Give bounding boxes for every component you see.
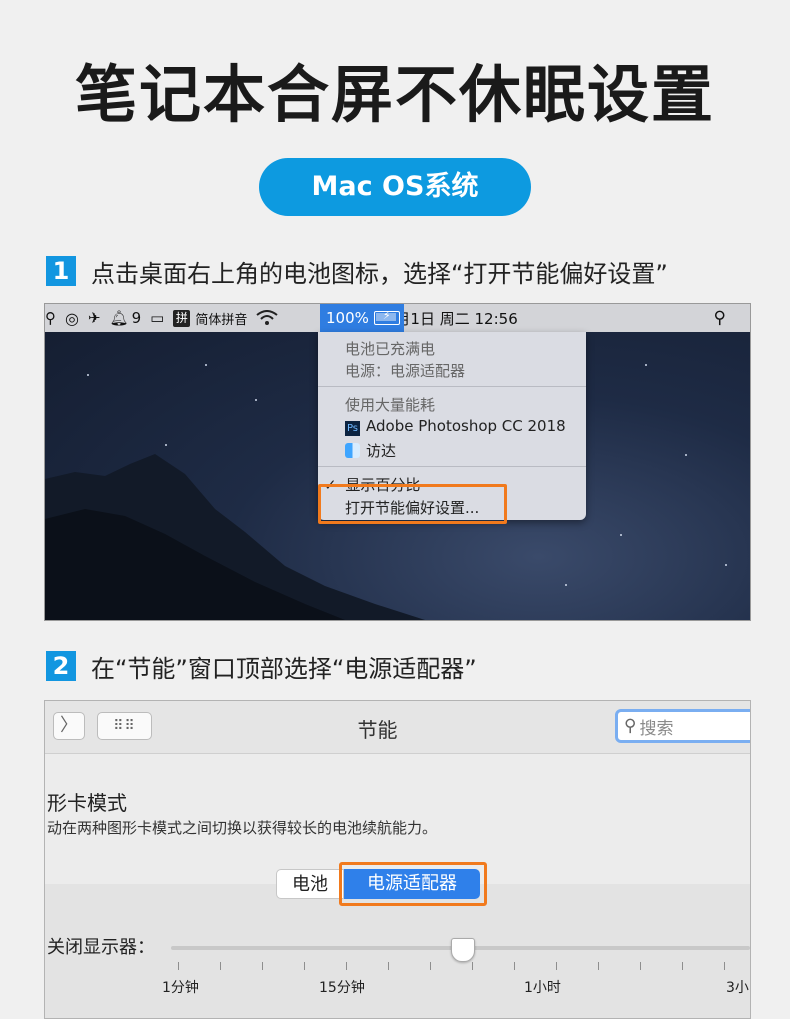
step-1-text: 点击桌面右上角的电池图标，选择“打开节能偏好设置” — [91, 259, 668, 288]
slider-tick — [514, 962, 515, 970]
step-2-row: 2 在“节能”窗口顶部选择“电源适配器” — [46, 649, 477, 683]
photoshop-icon: Ps — [345, 421, 360, 436]
slider-tick — [262, 962, 263, 970]
tick-label-15min: 15分钟 — [319, 980, 365, 996]
step-2-number: 2 — [46, 651, 76, 681]
battery-status-item[interactable]: 100% ⚡ — [320, 304, 404, 332]
step-1-number: 1 — [46, 256, 76, 286]
slider-tick — [472, 962, 473, 970]
slider-tick — [598, 962, 599, 970]
slider-tick — [640, 962, 641, 970]
highlight-box-power-adapter — [339, 862, 487, 906]
battery-percent: 100% — [326, 309, 369, 327]
slider-tick — [178, 962, 179, 970]
spotlight-search-icon[interactable]: ⚲ — [714, 308, 726, 328]
menu-item-finder[interactable]: 访达 — [345, 440, 396, 461]
tab-battery[interactable]: 电池 — [276, 869, 344, 899]
tick-label-3hours: 3小 — [726, 980, 749, 996]
spiral-icon[interactable]: ◎ — [65, 309, 79, 328]
desktop-screenshot: ⚲ ◎ ✈ 🔔︎ 9 ▭ 拼简体拼音 12月1日 周二 12:56 ⚲ 100% … — [44, 303, 751, 621]
finder-icon — [345, 443, 360, 458]
highlight-box-energy-saver — [318, 484, 507, 524]
wifi-icon[interactable] — [256, 310, 278, 326]
input-method-icon[interactable]: 拼简体拼音 — [173, 309, 247, 328]
window-toolbar: 〉 ⠿⠿ 节能 ⚲ 搜索 — [45, 701, 750, 754]
app-icon[interactable]: ⚲ — [45, 309, 56, 327]
slider-tick — [346, 962, 347, 970]
window-title: 节能 — [357, 718, 398, 742]
menu-separator — [318, 386, 586, 387]
battery-charging-icon: ⚡ — [373, 309, 400, 325]
graphics-mode-heading: 形卡模式 — [47, 791, 127, 815]
slider-tick — [430, 962, 431, 970]
photoshop-label: Adobe Photoshop CC 2018 — [366, 417, 566, 435]
search-field[interactable]: ⚲ 搜索 — [615, 709, 750, 743]
display-sleep-slider-thumb[interactable] — [451, 938, 475, 962]
tick-label-1min: 1分钟 — [162, 980, 199, 996]
power-source-line: 电源：电源适配器 — [345, 362, 466, 380]
turn-display-off-label: 关闭显示器： — [47, 937, 155, 958]
slider-tick — [388, 962, 389, 970]
slider-tick — [556, 962, 557, 970]
finder-label: 访达 — [366, 442, 397, 460]
input-method-label: 简体拼音 — [195, 312, 248, 328]
os-label-pill: Mac OS系统 — [259, 158, 531, 216]
menu-separator — [318, 466, 586, 467]
high-energy-heading: 使用大量能耗 — [345, 396, 436, 414]
notification-bell-icon[interactable]: 🔔︎ 9 — [110, 309, 142, 327]
step-1-row: 1 点击桌面右上角的电池图标，选择“打开节能偏好设置” — [46, 254, 668, 288]
energy-saver-window: 〉 ⠿⠿ 节能 ⚲ 搜索 形卡模式 动在两种图形卡模式之间切换以获得较长的电池续… — [44, 700, 751, 1019]
slider-tick — [304, 962, 305, 970]
slider-tick — [724, 962, 725, 970]
step-2-text: 在“节能”窗口顶部选择“电源适配器” — [91, 654, 477, 683]
slider-tick — [682, 962, 683, 970]
menu-item-photoshop[interactable]: Ps Adobe Photoshop CC 2018 — [345, 417, 566, 436]
graphics-mode-description: 动在两种图形卡模式之间切换以获得较长的电池续航能力。 — [47, 819, 438, 837]
tick-label-1hour: 1小时 — [524, 980, 561, 996]
display-icon[interactable]: ▭ — [150, 309, 164, 327]
page-title: 笔记本合屏不休眠设置 — [74, 58, 715, 131]
search-icon: ⚲ — [624, 716, 637, 736]
bird-icon[interactable]: ✈ — [88, 309, 101, 327]
notification-count: 9 — [131, 309, 142, 327]
battery-status-line: 电池已充满电 — [345, 340, 436, 358]
search-placeholder: 搜索 — [639, 718, 674, 739]
slider-tick — [220, 962, 221, 970]
